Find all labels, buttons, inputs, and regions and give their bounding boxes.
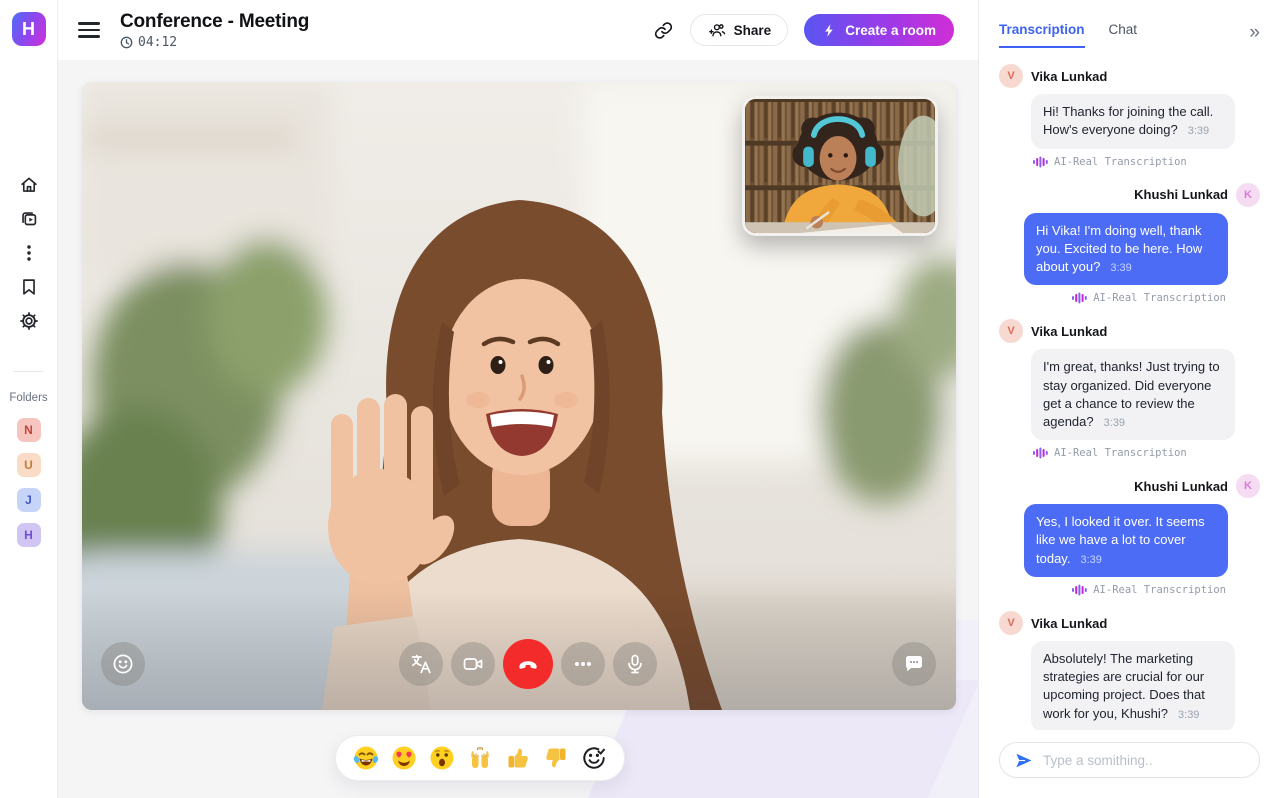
page-title: Conference - Meeting [120,11,309,33]
avatar: K [1236,183,1260,207]
message-bubble: Absolutely! The marketing strategies are… [1031,641,1235,730]
microphone-icon[interactable] [613,642,657,686]
meeting-content [58,60,978,798]
left-rail: H Folders N U J H [0,0,58,798]
message-bubble: Hi Vika! I'm doing well, thank you. Exci… [1024,213,1228,286]
message-time: 3:39 [1110,262,1131,274]
call-timer: 04:12 [120,35,309,50]
transcript-message: V Vika Lunkad Hi! Thanks for joining the… [999,64,1260,168]
message-bubble: Yes, I looked it over. It seems like we … [1024,504,1228,577]
message-time: 3:39 [1178,709,1199,721]
rail-divider [14,371,44,372]
avatar: V [999,611,1023,635]
main-column: Conference - Meeting 04:12 Share Create … [58,0,978,798]
thumbs-down-emoji[interactable] [542,744,570,772]
transcript-message: V Vika Lunkad Absolutely! The marketing … [999,611,1260,730]
bookmark-icon[interactable] [17,275,41,299]
video-library-icon[interactable] [17,207,41,231]
link-icon [653,20,674,41]
add-reaction-icon[interactable] [580,744,608,772]
translate-icon[interactable] [399,642,443,686]
create-room-button[interactable]: Create a room [804,14,954,46]
message-time: 3:39 [1104,417,1125,429]
more-horizontal-icon[interactable] [561,642,605,686]
avatar: V [999,319,1023,343]
bolt-icon [822,23,837,38]
end-call-icon[interactable] [503,639,553,689]
thumbs-up-emoji[interactable] [504,744,532,772]
heart-eyes-emoji[interactable] [390,744,418,772]
side-panel: Transcription Chat » V Vika Lunkad Hi! T… [978,0,1280,798]
author-name: Khushi Lunkad [1134,479,1228,494]
waveform-icon [1072,584,1087,596]
folder-item-h[interactable]: H [17,523,41,547]
main-video-tile [82,82,956,710]
laughing-emoji[interactable] [352,744,380,772]
message-time: 3:39 [1188,125,1209,137]
transcript-message: V Vika Lunkad I'm great, thanks! Just tr… [999,319,1260,459]
menu-icon[interactable] [78,22,100,37]
message-composer [979,730,1280,798]
reaction-bar [335,735,625,781]
transcript-message: Khushi Lunkad K Yes, I looked it over. I… [999,474,1260,596]
call-controls [82,636,956,692]
folders-label: Folders [9,392,47,404]
author-name: Vika Lunkad [1031,616,1107,631]
message-bubble: I'm great, thanks! Just trying to stay o… [1031,349,1235,440]
folder-item-n[interactable]: N [17,418,41,442]
home-icon[interactable] [17,173,41,197]
ai-transcription-label: AI-Real Transcription [1033,447,1260,459]
header: Conference - Meeting 04:12 Share Create … [58,0,978,60]
transcript-message: Khushi Lunkad K Hi Vika! I'm doing well,… [999,183,1260,305]
folder-item-j[interactable]: J [17,488,41,512]
camera-icon[interactable] [451,642,495,686]
transcript-list: V Vika Lunkad Hi! Thanks for joining the… [979,48,1280,730]
pip-video-tile[interactable] [742,96,938,236]
share-people-icon [707,21,726,40]
send-icon[interactable] [1014,751,1033,770]
app-window: H Folders N U J H [0,0,1280,798]
share-button[interactable]: Share [690,14,789,46]
author-name: Vika Lunkad [1031,324,1107,339]
ai-transcription-label: AI-Real Transcription [999,292,1226,304]
message-bubble: Hi! Thanks for joining the call. How's e… [1031,94,1235,149]
app-logo[interactable]: H [12,12,46,46]
avatar: V [999,64,1023,88]
chat-icon[interactable] [892,642,936,686]
surprised-emoji[interactable] [428,744,456,772]
tab-transcription[interactable]: Transcription [999,22,1085,48]
avatar: K [1236,474,1260,498]
raising-hands-emoji[interactable] [466,744,494,772]
ai-transcription-label: AI-Real Transcription [999,584,1226,596]
share-label: Share [734,23,772,38]
waveform-icon [1033,447,1048,459]
tab-chat[interactable]: Chat [1109,22,1138,48]
waveform-icon [1072,292,1087,304]
author-name: Khushi Lunkad [1134,187,1228,202]
logo-letter: H [22,19,35,40]
waveform-icon [1033,156,1048,168]
message-time: 3:39 [1080,554,1101,566]
create-room-label: Create a room [845,23,936,38]
pip-video-feed [745,99,935,233]
panel-tabs: Transcription Chat » [979,0,1280,48]
folder-list: N U J H [17,418,41,547]
more-vertical-icon[interactable] [17,241,41,265]
author-name: Vika Lunkad [1031,69,1107,84]
ai-transcription-label: AI-Real Transcription [1033,156,1260,168]
copy-link-button[interactable] [653,20,674,41]
settings-icon[interactable] [17,309,41,333]
reactions-smiley-icon[interactable] [101,642,145,686]
chat-input[interactable] [1043,753,1245,768]
folder-item-u[interactable]: U [17,453,41,477]
timer-value: 04:12 [138,35,177,50]
rail-nav [17,173,41,333]
collapse-icon[interactable]: » [1249,22,1260,42]
clock-icon [120,36,133,49]
